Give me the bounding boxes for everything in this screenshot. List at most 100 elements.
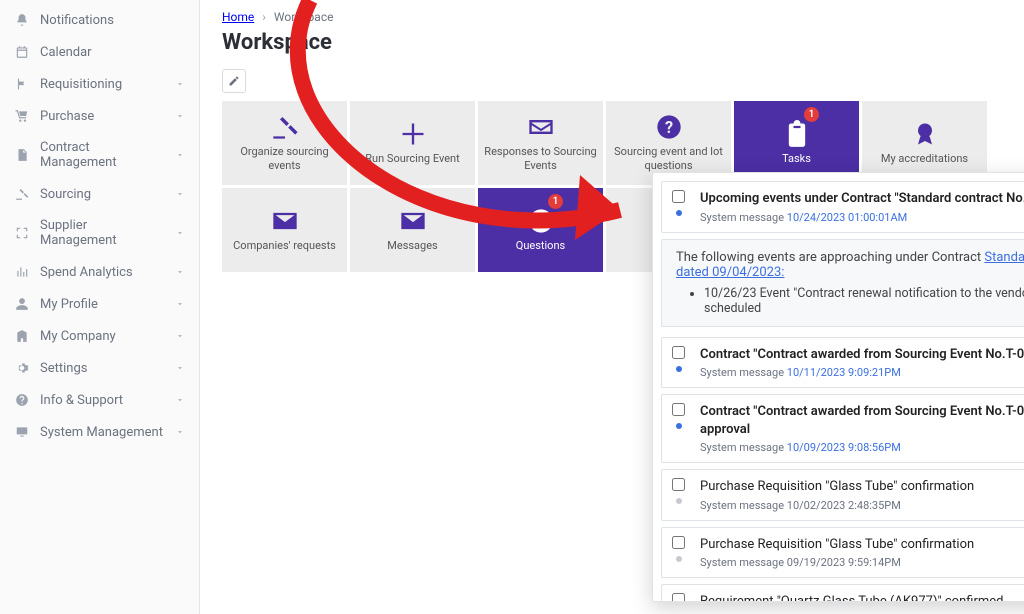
task-meta: System message 10/11/2023 9:09:21PM bbox=[700, 366, 1024, 379]
detail-intro: The following events are approaching und… bbox=[676, 250, 984, 265]
question-circle-icon: ? bbox=[655, 113, 683, 141]
sidebar-item-contract-management[interactable]: Contract Management bbox=[0, 132, 199, 178]
bell-icon bbox=[14, 12, 30, 28]
chart-icon bbox=[14, 264, 30, 280]
task-meta: System message 10/02/2023 2:48:35PM bbox=[700, 499, 1024, 512]
task-item[interactable]: Requirement "Quartz Glass Tube (AK977)" … bbox=[661, 584, 1024, 602]
task-checkbox[interactable] bbox=[672, 478, 685, 491]
flag-icon bbox=[14, 76, 30, 92]
sidebar-item-my-profile[interactable]: My Profile bbox=[0, 288, 199, 320]
sidebar-item-system-management[interactable]: System Management bbox=[0, 416, 199, 448]
sidebar-item-label: Sourcing bbox=[40, 187, 91, 202]
tile-questions[interactable]: 1 ? Questions bbox=[478, 188, 603, 272]
gear-icon bbox=[14, 360, 30, 376]
task-detail-panel: The following events are approaching und… bbox=[661, 239, 1024, 327]
chevron-down-icon bbox=[175, 395, 185, 405]
plus-icon bbox=[399, 120, 427, 148]
task-item[interactable]: Contract "Contract awarded from Sourcing… bbox=[661, 337, 1024, 389]
sidebar-item-label: Settings bbox=[40, 361, 87, 376]
question-icon bbox=[14, 392, 30, 408]
building-icon bbox=[14, 328, 30, 344]
tile-messages[interactable]: Messages bbox=[350, 188, 475, 272]
tile-responses-to-sourcing-events[interactable]: Responses to Sourcing Events bbox=[478, 101, 603, 185]
task-checkbox[interactable] bbox=[672, 346, 685, 359]
task-title: Requirement "Quartz Glass Tube (AK977)" … bbox=[700, 593, 1024, 602]
user-icon bbox=[14, 296, 30, 312]
edit-button[interactable] bbox=[222, 69, 246, 93]
sidebar: Notifications Calendar Requisitioning Pu… bbox=[0, 0, 200, 614]
sidebar-item-label: Supplier Management bbox=[40, 218, 165, 248]
task-timestamp: 10/11/2023 9:09:21PM bbox=[787, 366, 901, 379]
sidebar-item-requisitioning[interactable]: Requisitioning bbox=[0, 68, 199, 100]
award-icon bbox=[911, 120, 939, 148]
svg-text:?: ? bbox=[536, 212, 544, 231]
sidebar-item-label: Info & Support bbox=[40, 393, 123, 408]
pencil-icon bbox=[228, 75, 240, 87]
breadcrumb: Home › Workspace bbox=[222, 8, 1002, 24]
detail-bullet: 10/26/23 Event "Contract renewal notific… bbox=[704, 286, 1024, 316]
envelope-icon bbox=[271, 207, 299, 235]
task-title: Upcoming events under Contract "Standard… bbox=[700, 190, 1024, 208]
task-checkbox[interactable] bbox=[672, 536, 685, 549]
sidebar-item-purchase[interactable]: Purchase bbox=[0, 100, 199, 132]
task-item[interactable]: Upcoming events under Contract "Standard… bbox=[661, 181, 1024, 233]
task-item[interactable]: Contract "Contract awarded from Sourcing… bbox=[661, 394, 1024, 463]
task-timestamp: 10/24/2023 01:00:01AM bbox=[787, 211, 907, 224]
tile-run-sourcing-event[interactable]: Run Sourcing Event bbox=[350, 101, 475, 185]
tile-label: Run Sourcing Event bbox=[365, 152, 459, 166]
chevron-down-icon bbox=[175, 189, 185, 199]
read-dot-icon bbox=[676, 556, 682, 562]
task-checkbox[interactable] bbox=[672, 190, 685, 203]
question-circle-icon: ? bbox=[527, 207, 555, 235]
mail-reply-icon bbox=[527, 113, 555, 141]
task-title: Contract "Contract awarded from Sourcing… bbox=[700, 403, 1024, 438]
sidebar-item-notifications[interactable]: Notifications bbox=[0, 4, 199, 36]
task-timestamp: 09/19/2023 9:59:14PM bbox=[787, 556, 901, 569]
task-title: Purchase Requisition "Glass Tube" confir… bbox=[700, 536, 1024, 554]
tile-companies-requests[interactable]: Companies' requests bbox=[222, 188, 347, 272]
main-content: Home › Workspace Workspace Organize sour… bbox=[200, 0, 1024, 614]
tile-label: My accreditations bbox=[881, 152, 968, 166]
task-timestamp: 10/02/2023 2:48:35PM bbox=[787, 499, 901, 512]
document-icon bbox=[14, 147, 30, 163]
sidebar-item-supplier-management[interactable]: Supplier Management bbox=[0, 210, 199, 256]
sidebar-item-settings[interactable]: Settings bbox=[0, 352, 199, 384]
chevron-down-icon bbox=[175, 267, 185, 277]
sidebar-item-label: My Company bbox=[40, 329, 116, 344]
task-item[interactable]: Purchase Requisition "Glass Tube" confir… bbox=[661, 469, 1024, 521]
task-source: System message bbox=[700, 211, 784, 224]
sidebar-item-my-company[interactable]: My Company bbox=[0, 320, 199, 352]
sidebar-item-sourcing[interactable]: Sourcing bbox=[0, 178, 199, 210]
chevron-down-icon bbox=[175, 228, 185, 238]
task-meta: System message 10/24/2023 01:00:01AM bbox=[700, 211, 1024, 224]
chevron-down-icon bbox=[175, 150, 185, 160]
sidebar-item-label: Spend Analytics bbox=[40, 265, 133, 280]
task-item[interactable]: Purchase Requisition "Glass Tube" confir… bbox=[661, 527, 1024, 579]
chevron-down-icon bbox=[175, 79, 185, 89]
calendar-icon bbox=[14, 44, 30, 60]
badge-count: 1 bbox=[804, 107, 819, 122]
sidebar-item-spend-analytics[interactable]: Spend Analytics bbox=[0, 256, 199, 288]
tile-organize-sourcing-events[interactable]: Organize sourcing events bbox=[222, 101, 347, 185]
chevron-down-icon bbox=[175, 427, 185, 437]
task-title: Contract "Contract awarded from Sourcing… bbox=[700, 346, 1024, 364]
sidebar-item-label: Calendar bbox=[40, 45, 92, 60]
task-checkbox[interactable] bbox=[672, 403, 685, 416]
sidebar-item-info-support[interactable]: Info & Support bbox=[0, 384, 199, 416]
sidebar-item-label: System Management bbox=[40, 425, 163, 440]
sidebar-item-label: Notifications bbox=[40, 13, 114, 28]
read-dot-icon bbox=[676, 498, 682, 504]
breadcrumb-home[interactable]: Home bbox=[222, 10, 254, 24]
chevron-down-icon bbox=[175, 331, 185, 341]
chevron-down-icon bbox=[175, 299, 185, 309]
monitor-icon bbox=[14, 424, 30, 440]
expand-icon bbox=[14, 225, 30, 241]
tile-label: Sourcing event and lot questions bbox=[612, 145, 725, 173]
chevron-right-icon: › bbox=[262, 10, 266, 24]
breadcrumb-current: Workspace bbox=[274, 10, 334, 24]
tile-label: Companies' requests bbox=[233, 239, 336, 253]
tile-label: Messages bbox=[387, 239, 437, 253]
task-title: Purchase Requisition "Glass Tube" confir… bbox=[700, 478, 1024, 496]
sidebar-item-calendar[interactable]: Calendar bbox=[0, 36, 199, 68]
task-checkbox[interactable] bbox=[672, 593, 685, 602]
